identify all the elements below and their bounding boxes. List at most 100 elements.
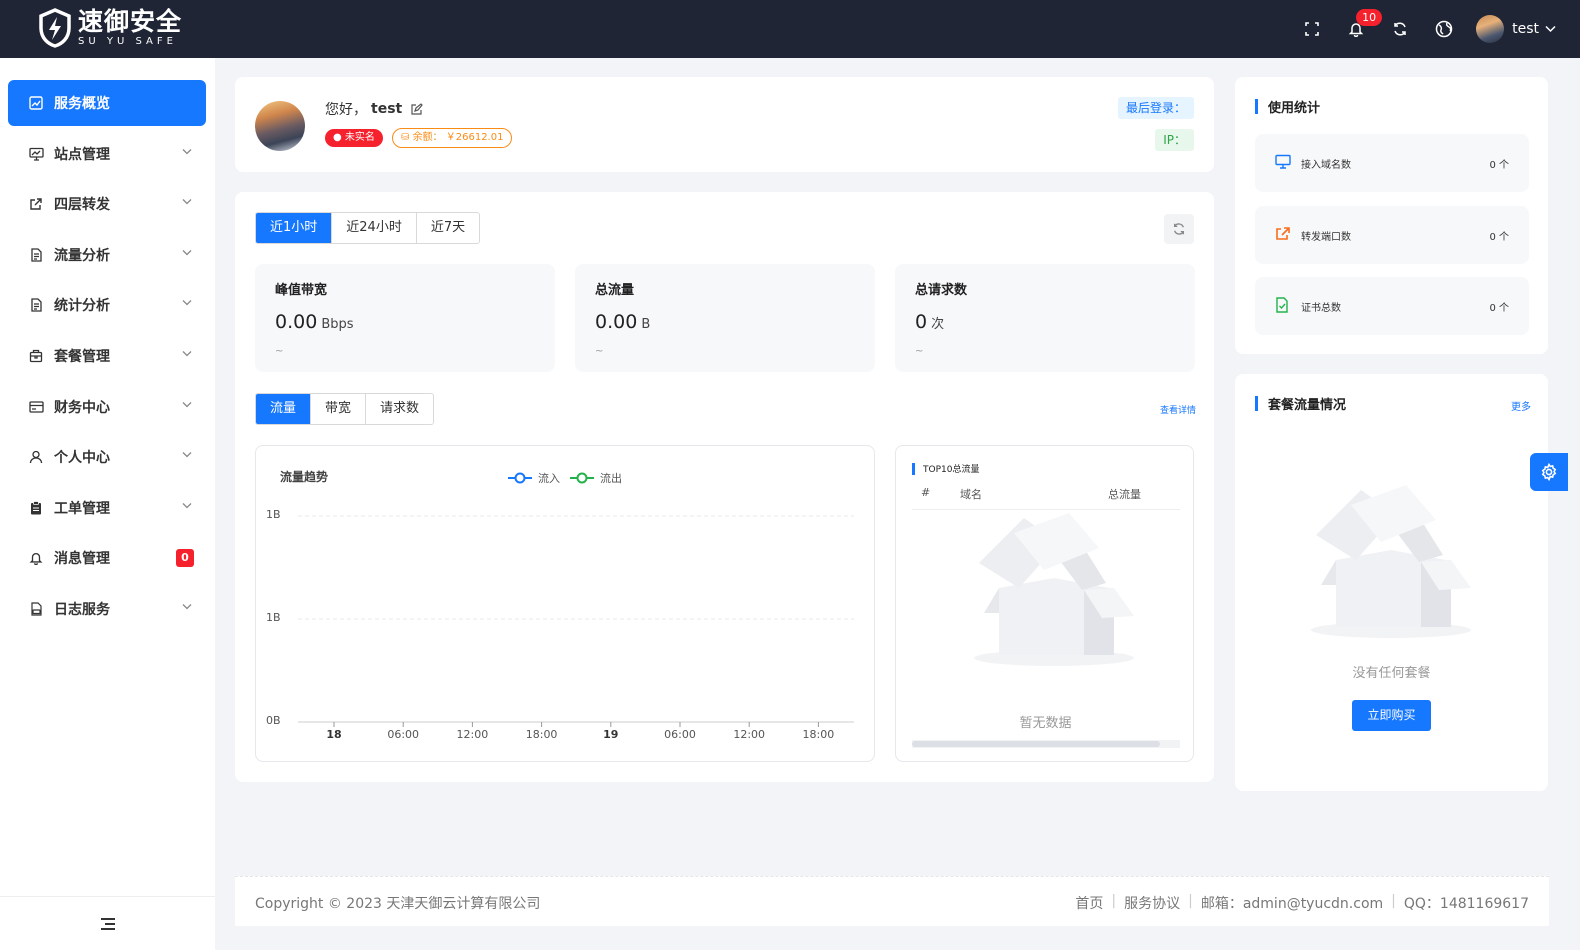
sidebar-item-8[interactable]: 工单管理 — [8, 485, 206, 531]
top-header: 速御安全 SU YU SAFE 10 test — [0, 0, 1580, 58]
refresh-icon — [1173, 223, 1185, 235]
footer-link-0[interactable]: 首页 — [1075, 893, 1103, 913]
sidebar-item-label: 四层转发 — [54, 197, 110, 214]
sidebar-item-5[interactable]: 套餐管理 — [8, 333, 206, 379]
footer-link-3[interactable]: QQ：1481169617 — [1404, 893, 1529, 913]
chevron-down-icon — [182, 600, 192, 613]
footer-separator: | — [1188, 893, 1193, 909]
stat-title: 峰值带宽 — [275, 283, 328, 298]
sidebar-item-0[interactable]: 服务概览 — [8, 80, 206, 126]
usage-row-0[interactable]: 接入域名数 0 个 — [1255, 134, 1529, 192]
top10-title: TOP10总流量 — [923, 465, 980, 475]
log-icon — [28, 601, 44, 617]
stat-value: 0 — [915, 311, 928, 333]
top10-empty-text: 暂无数据 — [1019, 716, 1072, 731]
brand-subtitle: SU YU SAFE — [78, 36, 177, 47]
shield-logo-icon — [39, 8, 71, 48]
sidebar-item-6[interactable]: 财务中心 — [8, 384, 206, 430]
settings-float-button[interactable] — [1530, 453, 1568, 491]
time-range-tabs: 近1小时 近24小时 近7天 — [255, 212, 481, 244]
certificate-icon — [1275, 297, 1289, 317]
view-details-link[interactable]: 查看详情 — [1160, 403, 1196, 416]
fullscreen-button[interactable] — [1290, 0, 1334, 58]
last-login-badge: 最后登录： — [1117, 97, 1194, 119]
monitor-icon — [1275, 154, 1291, 173]
package-empty-text: 没有任何套餐 — [1352, 666, 1431, 681]
stat-card-2: 总请求数 0 次 ~ — [895, 264, 1195, 372]
collapse-sidebar-button[interactable] — [0, 896, 215, 950]
stat-value: 0.00 — [595, 311, 638, 333]
table-scrollbar-track[interactable] — [912, 740, 1180, 748]
page-footer: Copyright © 2023 天津天御云计算有限公司 首页 | 服务协议 | 邮箱：… — [235, 876, 1549, 926]
traffic-trend-chart — [298, 515, 854, 727]
usage-value: 0 个 — [1489, 303, 1509, 314]
unread-count-badge: 0 — [176, 549, 194, 568]
metric-tab-1[interactable]: 带宽 — [311, 394, 367, 424]
top10-panel: TOP10总流量 # 域名 总流量 暂无数据 — [895, 445, 1194, 762]
overview-refresh-button[interactable] — [1164, 214, 1194, 244]
sidebar-item-label: 服务概览 — [54, 96, 110, 112]
chevron-down-icon — [182, 296, 192, 309]
verify-status-badge[interactable]: ● 未实名 — [325, 129, 383, 147]
stat-card-1: 总流量 0.00 B ~ — [575, 264, 875, 372]
time-tab-0[interactable]: 近1小时 — [256, 213, 333, 243]
sidebar-item-2[interactable]: 四层转发 — [8, 181, 206, 227]
chevron-down-icon — [182, 145, 192, 158]
bell-icon — [28, 550, 44, 566]
metric-tab-0[interactable]: 流量 — [256, 394, 312, 424]
sidebar-item-3[interactable]: 流量分析 — [8, 232, 206, 278]
package-icon — [28, 348, 44, 364]
ip-badge: IP： — [1155, 129, 1194, 151]
time-tab-1[interactable]: 近24小时 — [332, 213, 417, 243]
y-tick-label: 1B — [266, 508, 281, 521]
brand-logo[interactable]: 速御安全 SU YU SAFE — [38, 8, 182, 48]
edit-icon[interactable] — [410, 102, 424, 116]
usage-stats-card: 使用统计 接入域名数 0 个转发端口数 0 个证书总数 0 个 — [1235, 77, 1548, 354]
sidebar-item-10[interactable]: 日志服务 — [8, 586, 206, 632]
header-username: test — [1512, 21, 1539, 37]
top10-table-header: # 域名 总流量 — [912, 484, 1180, 510]
refresh-button[interactable] — [1378, 0, 1422, 58]
usage-row-2[interactable]: 证书总数 0 个 — [1255, 277, 1529, 335]
x-tick-label: 18:00 — [802, 728, 835, 741]
avatar — [1476, 15, 1505, 43]
avatar — [255, 101, 305, 151]
notifications-button[interactable]: 10 — [1334, 0, 1383, 58]
welcome-username: test — [371, 101, 403, 117]
footer-link-2[interactable]: 邮箱：admin@tyucdn.com — [1201, 893, 1383, 913]
chevron-down-icon — [182, 499, 192, 512]
empty-box-icon — [974, 513, 1134, 666]
usage-value: 0 个 — [1489, 160, 1509, 171]
sidebar-item-9[interactable]: 消息管理 0 — [8, 535, 206, 581]
greeting: 您好， test — [325, 99, 424, 119]
language-button[interactable] — [1422, 0, 1466, 58]
sidebar-item-4[interactable]: 统计分析 — [8, 282, 206, 328]
sidebar-item-label: 工单管理 — [54, 500, 110, 517]
usage-label: 证书总数 — [1301, 303, 1341, 314]
chevron-down-icon — [182, 246, 192, 259]
share-icon — [1275, 226, 1291, 245]
sidebar-item-label: 统计分析 — [54, 298, 110, 315]
time-tab-2[interactable]: 近7天 — [416, 213, 480, 243]
sidebar-item-7[interactable]: 个人中心 — [8, 434, 206, 480]
usage-row-1[interactable]: 转发端口数 0 个 — [1255, 205, 1529, 264]
stat-value-row: 0.00 Bbps — [275, 311, 354, 333]
stat-range: ~ — [595, 346, 604, 357]
chevron-down-icon — [182, 195, 192, 208]
user-menu[interactable]: test — [1476, 15, 1556, 43]
sidebar-item-1[interactable]: 站点管理 — [8, 131, 206, 177]
usage-title: 使用统计 — [1255, 97, 1320, 116]
share-icon — [28, 196, 44, 212]
table-scrollbar-thumb[interactable] — [912, 741, 1160, 747]
metric-tab-2[interactable]: 请求数 — [366, 394, 434, 424]
metric-tabs: 流量 带宽 请求数 — [255, 393, 435, 425]
y-tick-label: 0B — [266, 714, 281, 727]
footer-link-1[interactable]: 服务协议 — [1124, 893, 1180, 913]
sidebar-item-label: 财务中心 — [54, 399, 110, 416]
package-more-link[interactable]: 更多 — [1511, 398, 1531, 413]
buy-now-button[interactable]: 立即购买 — [1352, 700, 1431, 731]
balance-badge[interactable]: ⛁ 余额： ￥26612.01 — [392, 128, 513, 148]
stat-unit: Bbps — [321, 317, 354, 332]
globe-icon — [1435, 20, 1453, 38]
footer-separator: | — [1111, 893, 1117, 909]
